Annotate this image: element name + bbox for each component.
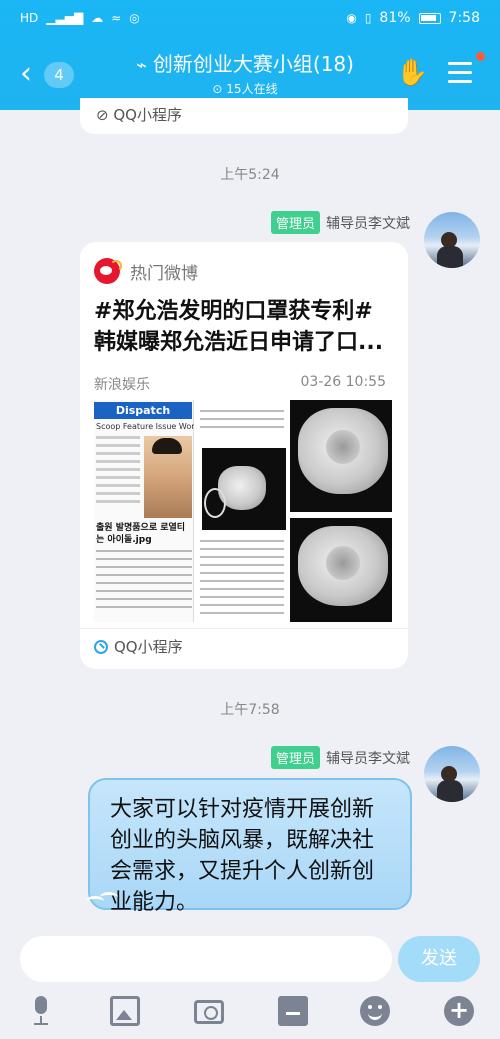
red-packet-icon[interactable] [278, 996, 308, 1026]
back-chevron-icon[interactable]: ‹ [20, 59, 32, 89]
card-title-line2: 韩媒曝郑允浩近日申请了口... [94, 330, 384, 355]
card-footer: QQ小程序 [94, 636, 183, 657]
admin-badge: 管理员 [270, 746, 320, 769]
message-line: 会需求，又提升个人创新创 [110, 859, 375, 884]
text-message-bubble[interactable]: 大家可以针对疫情开展创新 创业的头脑风暴，既解决社 会需求，又提升个人创新创 业… [88, 778, 412, 915]
bubble-wave-decoration [84, 890, 124, 912]
mask-photo-1 [202, 448, 286, 530]
notification-dot [476, 52, 485, 61]
send-button[interactable]: 发送 [398, 936, 480, 982]
card-divider [80, 628, 408, 629]
signal-icon: ▁▃▅▇ [46, 11, 84, 25]
online-status: 15人在线 [226, 82, 278, 96]
unread-count-badge[interactable]: 4 [44, 62, 74, 88]
status-right: ◉ ▯ 81% 7:58 [346, 10, 480, 26]
card-title-line1: #郑允浩发明的口罩获专利# [94, 299, 373, 324]
image-icon[interactable] [110, 996, 140, 1026]
message-timestamp: 上午7:58 [220, 702, 280, 718]
message-line: 大家可以针对疫情开展创新 [110, 797, 375, 822]
status-left-icons: HD ▁▃▅▇ ☁ ≈ ◎ [20, 11, 140, 25]
mini-program-icon [94, 639, 108, 654]
chat-header: HD ▁▃▅▇ ☁ ≈ ◎ ◉ ▯ 81% 7:58 ‹ 4 ⌁ 创新创业大赛小组… [0, 0, 500, 110]
portrait-photo [144, 436, 192, 518]
cloud-icon: ☁ [91, 11, 104, 25]
patent-document [194, 400, 290, 622]
app-icon: ◎ [129, 11, 140, 25]
avatar[interactable] [424, 746, 480, 802]
battery-icon [418, 12, 441, 24]
patent-text-lines [200, 410, 284, 434]
clock: 7:58 [448, 10, 480, 26]
dispatch-logo: Dispatch [94, 402, 192, 419]
sender-name: 辅导员李文斌 [326, 750, 410, 767]
message-line: 创业的头脑风暴，既解决社 [110, 828, 375, 853]
mini-program-label: QQ小程序 [114, 638, 183, 656]
vibrate-icon: ▯ [364, 11, 372, 25]
dispatch-headline: 출원 발명품으로 로열티 는 아이돌.jpg [96, 523, 186, 545]
card-title: #郑允浩发明的口罩获专利# 韩媒曝郑允浩近日申请了口... [94, 296, 394, 358]
group-title: 创新创业大赛小组(18) [152, 52, 354, 76]
sender-name: 辅导员李文斌 [326, 215, 410, 232]
online-icon: ⊙ [212, 82, 227, 96]
weibo-logo-icon [94, 258, 122, 284]
eye-icon: ◉ [346, 11, 357, 25]
message-line: 业能力。 [110, 890, 199, 915]
mask-photo-2 [290, 400, 392, 512]
hand-gesture-icon[interactable]: ✋ [396, 58, 428, 88]
plus-icon[interactable]: + [444, 996, 474, 1026]
emoji-icon[interactable] [360, 996, 390, 1026]
card-image: Dispatch Scoop Feature Issue Wor 출원 발명품으… [94, 400, 392, 622]
nfc-icon: ≈ [111, 11, 122, 25]
message-timestamp: 上午5:24 [220, 167, 280, 183]
input-toolbar: + [0, 996, 500, 1030]
card-date: 03-26 10:55 [300, 374, 386, 390]
dispatch-body-lines [96, 550, 192, 614]
weibo-share-card[interactable]: 热门微博 #郑允浩发明的口罩获专利# 韩媒曝郑允浩近日申请了口... 新浪娱乐 … [80, 242, 408, 669]
mini-program-icon: ⊘ [96, 106, 114, 124]
sender-info: 管理员 辅导员李文斌 [270, 211, 410, 234]
ear-icon: ⌁ [136, 55, 147, 76]
card-source-row: 热门微博 [94, 258, 198, 284]
status-bar: HD ▁▃▅▇ ☁ ≈ ◎ ◉ ▯ 81% 7:58 [0, 0, 500, 38]
dispatch-nav: Scoop Feature Issue Wor [96, 422, 195, 431]
message-input[interactable] [20, 936, 392, 982]
microphone-icon[interactable] [26, 996, 56, 1026]
mini-program-label: QQ小程序 [113, 106, 182, 124]
chat-title-area[interactable]: ⌁ 创新创业大赛小组(18) ⊙ 15人在线 [100, 50, 390, 98]
dispatch-screenshot: Dispatch Scoop Feature Issue Wor 출원 발명품으… [94, 400, 195, 622]
avatar[interactable] [424, 212, 480, 268]
camera-icon[interactable] [194, 1000, 224, 1024]
patent-text-lines-2 [200, 540, 284, 620]
menu-icon[interactable] [448, 62, 472, 84]
hd-icon: HD [20, 11, 39, 25]
card-publisher: 新浪娱乐 [94, 377, 150, 393]
dispatch-text-lines [96, 436, 140, 508]
previous-card-footer[interactable]: ⊘ QQ小程序 [80, 98, 408, 134]
admin-badge: 管理员 [270, 211, 320, 234]
battery-percent: 81% [379, 10, 411, 26]
sender-info: 管理员 辅导员李文斌 [270, 746, 410, 769]
card-source-app: 热门微博 [130, 263, 198, 284]
mask-photo-3 [290, 518, 392, 622]
input-area: 发送 + [0, 928, 500, 1039]
